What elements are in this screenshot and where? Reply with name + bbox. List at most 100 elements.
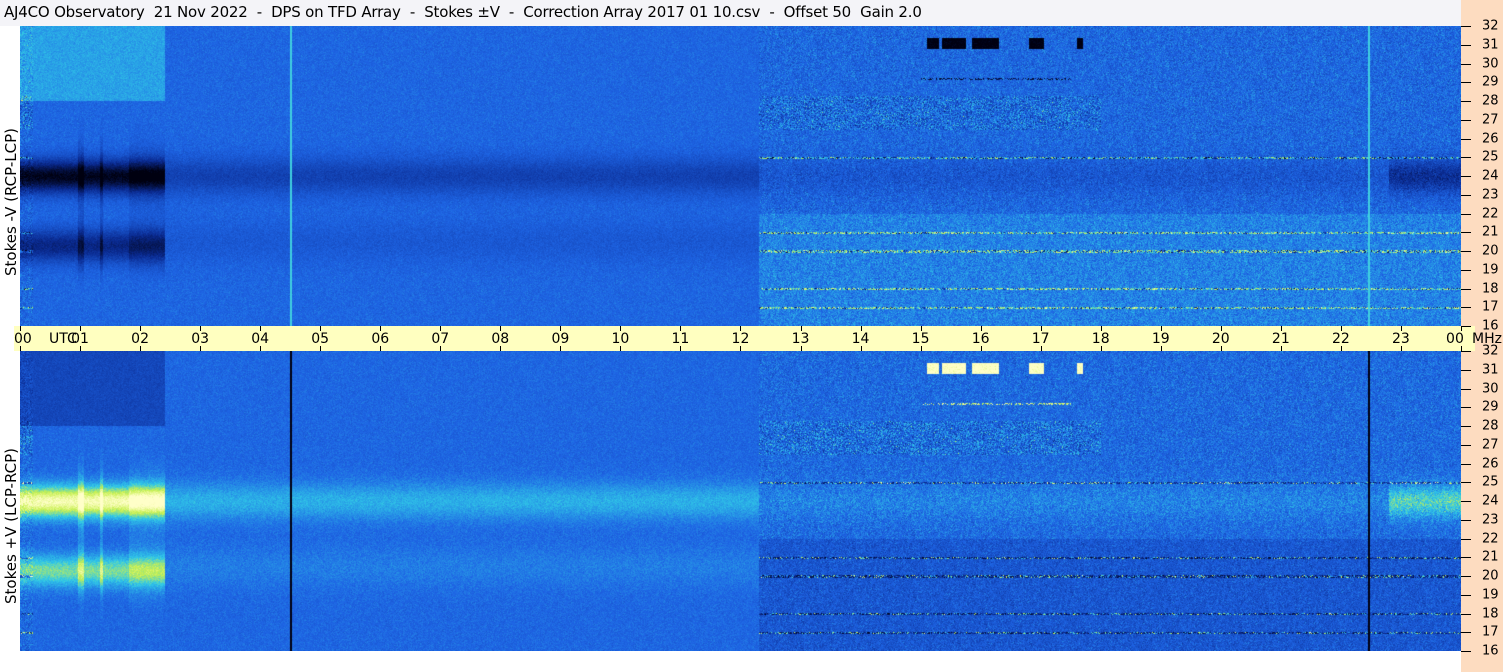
- y-tick-mark: [1461, 538, 1471, 540]
- y-tick-mark: [1461, 651, 1471, 652]
- y-tick-mark: [1461, 119, 1471, 121]
- y-tick-label: 27: [1482, 437, 1499, 453]
- y-tick-mark: [1461, 232, 1471, 234]
- x-tick-label: 11: [671, 331, 690, 347]
- time-axis: 00 01 02 03 04 05 06 07 08 09 10 11 12 13 14 15 16 17 18 19…: [14, 326, 1502, 351]
- title-bar: AJ4CO Observatory 21 Nov 2022 - DPS on T…: [0, 0, 1461, 26]
- x-tick-label: 07: [431, 331, 450, 347]
- y-tick-mark: [1461, 463, 1471, 465]
- x-tick-label: 05: [311, 331, 330, 347]
- x-tick-label: 08: [491, 331, 510, 347]
- x-tick-label: 02: [131, 331, 149, 347]
- y-tick-mark: [1461, 194, 1471, 196]
- x-tick-label: 23: [1391, 331, 1410, 347]
- y-tick-mark: [1461, 576, 1471, 577]
- y-tick-label: 24: [1482, 493, 1499, 509]
- y-tick-label: 17: [1482, 299, 1499, 315]
- y-tick-mark: [1461, 44, 1471, 46]
- y-tick-label: 19: [1482, 587, 1499, 603]
- y-tick-label: 26: [1482, 131, 1499, 146]
- y-tick-mark: [1461, 407, 1471, 409]
- panel-label-top: Stokes -V (RCP-LCP): [2, 128, 20, 276]
- x-tick-label: 20: [1211, 331, 1230, 347]
- y-tick-mark: [1461, 632, 1471, 634]
- y-tick-label: 32: [1482, 18, 1499, 34]
- y-tick-label: 31: [1482, 362, 1499, 378]
- y-tick-label: 24: [1482, 168, 1499, 184]
- x-tick-label: 19: [1151, 331, 1170, 347]
- y-tick-mark: [1461, 351, 1471, 352]
- y-tick-label: 20: [1482, 243, 1499, 259]
- y-tick-label: 21: [1482, 224, 1499, 240]
- x-tick-label: 12: [731, 331, 750, 347]
- y-tick-label: 30: [1482, 381, 1499, 396]
- x-tick-label: 22: [1331, 331, 1350, 347]
- y-tick-label: 21: [1482, 549, 1499, 565]
- y-tick-mark: [1461, 213, 1471, 215]
- y-tick-label: 30: [1482, 56, 1499, 71]
- x-tick-label: 06: [371, 331, 390, 347]
- y-tick-label: 29: [1482, 399, 1499, 415]
- y-tick-mark: [1461, 288, 1471, 290]
- y-tick-label: 23: [1482, 187, 1499, 203]
- x-tick-label: 10: [611, 331, 630, 347]
- y-tick-mark: [1461, 501, 1471, 502]
- y-tick-label: 18: [1482, 281, 1499, 296]
- y-tick-label: 25: [1482, 149, 1499, 165]
- y-tick-mark: [1461, 482, 1471, 484]
- y-tick-mark: [1461, 326, 1471, 327]
- y-tick-label: 16: [1482, 318, 1499, 334]
- x-tick-label: 00: [14, 331, 32, 347]
- y-tick-mark: [1461, 557, 1471, 559]
- y-tick-mark: [1461, 176, 1471, 177]
- y-tick-label: 17: [1482, 624, 1499, 640]
- x-tick-label: 04: [251, 331, 270, 347]
- y-tick-mark: [1461, 613, 1471, 615]
- y-tick-mark: [1461, 369, 1471, 371]
- y-tick-label: 28: [1482, 93, 1499, 109]
- y-tick-mark: [1461, 307, 1471, 309]
- y-tick-label: 28: [1482, 418, 1499, 434]
- y-tick-label: 26: [1482, 456, 1499, 471]
- y-tick-mark: [1461, 157, 1471, 159]
- x-tick-label: 00: [1446, 331, 1464, 347]
- x-tick-label: 16: [971, 331, 990, 347]
- spectrogram-lcp-rcp: [20, 351, 1461, 651]
- y-tick-mark: [1461, 519, 1471, 521]
- y-tick-label: 18: [1482, 606, 1499, 621]
- y-tick-label: 23: [1482, 512, 1499, 528]
- x-tick-label: 09: [551, 331, 570, 347]
- y-tick-label: 20: [1482, 568, 1499, 584]
- x-tick-label: 13: [791, 331, 810, 347]
- y-tick-label: 29: [1482, 74, 1499, 90]
- x-tick-label: 03: [191, 331, 210, 347]
- y-tick-label: 19: [1482, 262, 1499, 278]
- y-tick-label: 31: [1482, 37, 1499, 53]
- y-tick-label: 16: [1482, 643, 1499, 659]
- y-tick-mark: [1461, 26, 1471, 27]
- chart-title: AJ4CO Observatory 21 Nov 2022 - DPS on T…: [4, 3, 922, 21]
- y-tick-mark: [1461, 138, 1471, 140]
- panel-label-bottom: Stokes +V (LCP-RCP): [2, 448, 20, 604]
- x-tick-label: 21: [1271, 331, 1290, 347]
- y-tick-label: 22: [1482, 206, 1499, 221]
- y-tick-label: 25: [1482, 474, 1499, 490]
- y-tick-mark: [1461, 251, 1471, 252]
- x-tick-label: 18: [1091, 331, 1110, 347]
- y-tick-mark: [1461, 594, 1471, 596]
- y-tick-label: 27: [1482, 112, 1499, 128]
- y-tick-label: 32: [1482, 343, 1499, 359]
- y-tick-mark: [1461, 426, 1471, 427]
- y-tick-mark: [1461, 269, 1471, 271]
- y-tick-mark: [1461, 101, 1471, 102]
- spectrogram-rcp-lcp: [20, 26, 1461, 326]
- x-axis-label: UTC: [49, 331, 77, 347]
- y-tick-mark: [1461, 82, 1471, 84]
- y-tick-label: 22: [1482, 531, 1499, 546]
- x-tick-label: 17: [1031, 331, 1050, 347]
- y-tick-mark: [1461, 444, 1471, 446]
- y-tick-mark: [1461, 388, 1471, 390]
- x-tick-label: 15: [911, 331, 930, 347]
- y-tick-mark: [1461, 63, 1471, 65]
- x-tick-label: 14: [851, 331, 870, 347]
